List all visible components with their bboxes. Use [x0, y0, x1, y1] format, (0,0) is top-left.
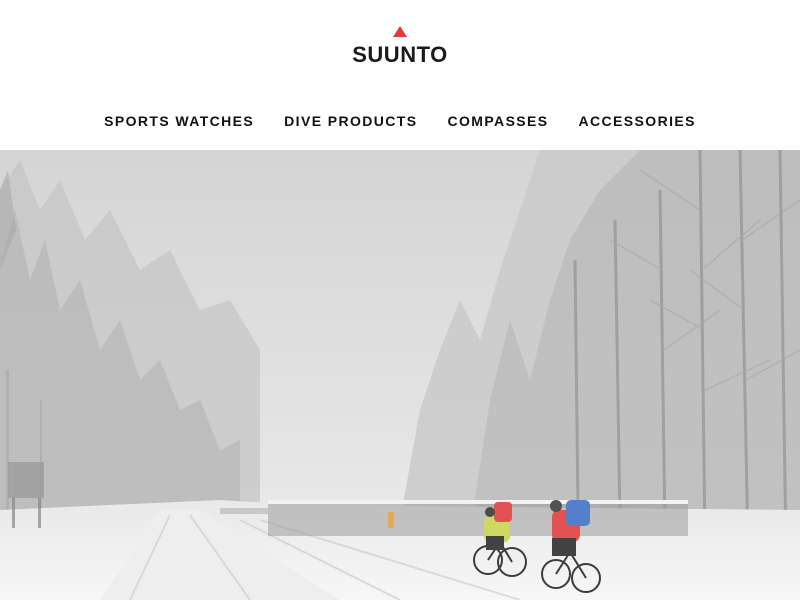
suunto-logo[interactable]: SUUNTO: [340, 26, 460, 70]
site-header: SUUNTO SPORTS WATCHES DIVE PRODUCTS COMP…: [0, 0, 800, 150]
main-nav: SPORTS WATCHES DIVE PRODUCTS COMPASSES A…: [0, 108, 800, 134]
hero-image: [0, 150, 800, 600]
logo-text: SUUNTO: [352, 42, 448, 67]
hero-banner[interactable]: [0, 150, 800, 600]
nav-item-dive-products[interactable]: DIVE PRODUCTS: [284, 108, 417, 134]
nav-item-accessories[interactable]: ACCESSORIES: [579, 108, 696, 134]
nav-item-sports-watches[interactable]: SPORTS WATCHES: [104, 108, 254, 134]
red-triangle-icon: [393, 26, 407, 37]
nav-item-compasses[interactable]: COMPASSES: [448, 108, 549, 134]
